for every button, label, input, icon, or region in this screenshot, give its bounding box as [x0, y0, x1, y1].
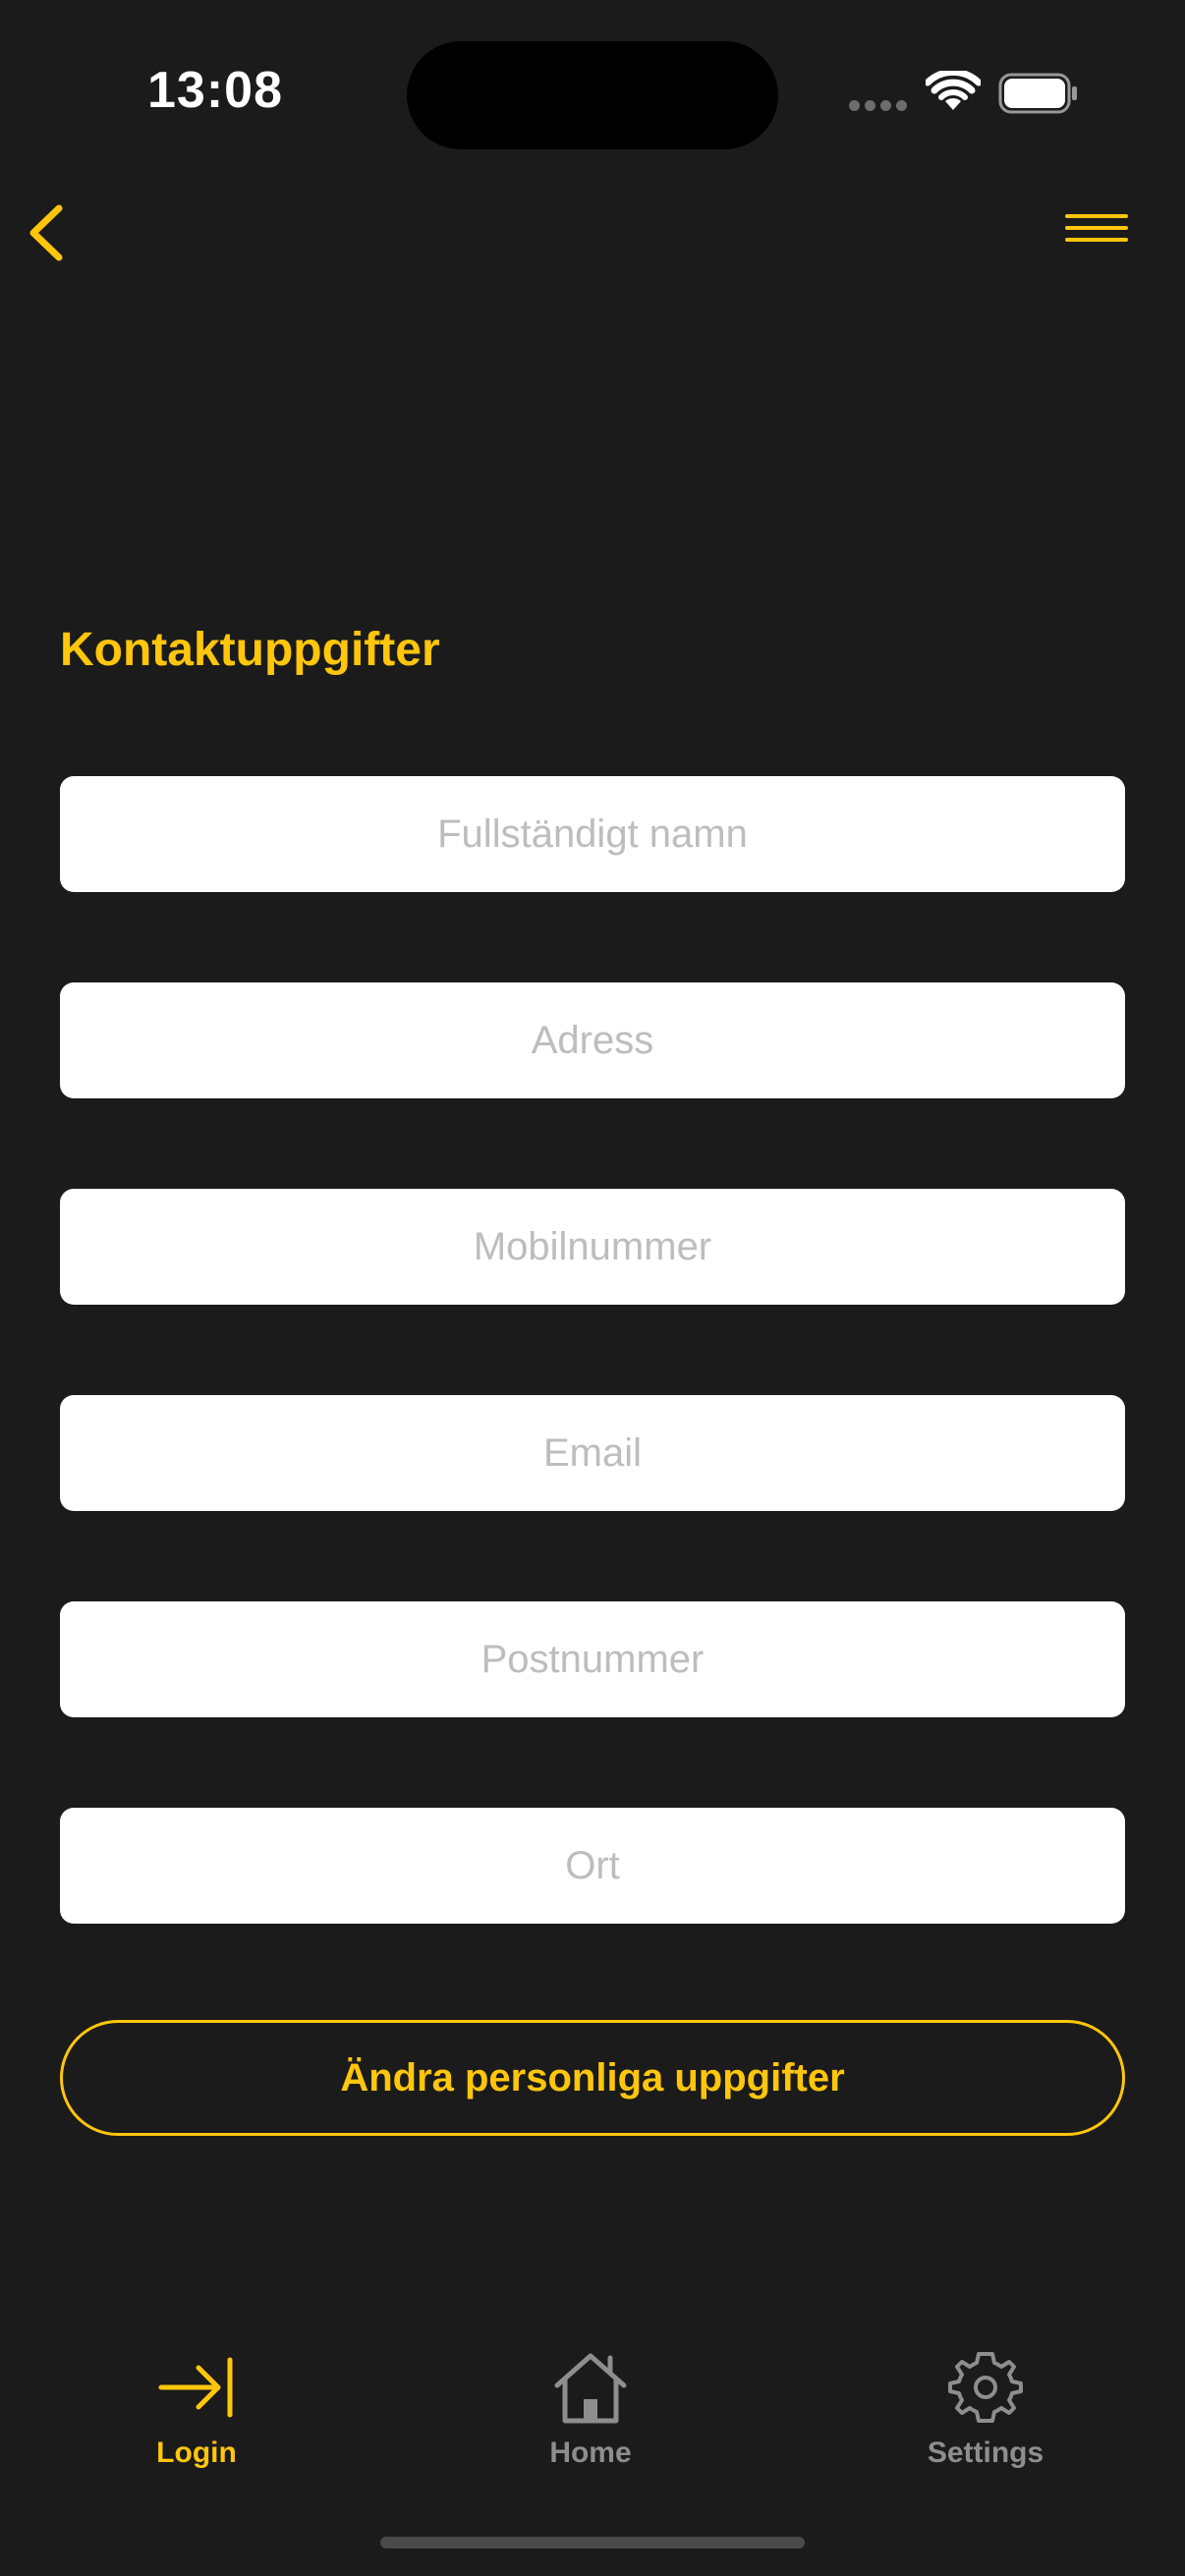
tab-login-label: Login: [156, 2436, 237, 2469]
nav-bar: [0, 187, 1185, 275]
arrow-right-to-line-icon: [158, 2357, 233, 2418]
postal-code-field[interactable]: [60, 1601, 1125, 1717]
home-icon: [554, 2353, 627, 2424]
page-title: Kontaktuppgifter: [60, 624, 440, 676]
city-field[interactable]: [60, 1808, 1125, 1924]
tab-home-label: Home: [549, 2436, 632, 2469]
chevron-left-icon: [29, 204, 63, 261]
hamburger-menu-icon: [1065, 214, 1128, 242]
gear-icon: [948, 2352, 1023, 2423]
mobile-number-field[interactable]: [60, 1189, 1125, 1305]
tab-bar: Login Home Settings: [0, 2328, 1185, 2486]
edit-personal-details-button[interactable]: Ändra personliga uppgifter: [60, 2020, 1125, 2136]
status-time: 13:08: [147, 62, 283, 119]
tab-home[interactable]: Home: [473, 2328, 708, 2486]
cellular-signal-icon: [849, 100, 908, 112]
tab-settings-label: Settings: [927, 2436, 1044, 2469]
menu-button[interactable]: [1061, 204, 1132, 263]
tab-login[interactable]: Login: [79, 2328, 314, 2486]
battery-icon: [998, 73, 1077, 114]
dynamic-island: [407, 41, 778, 149]
back-button[interactable]: [18, 198, 77, 267]
tab-settings[interactable]: Settings: [868, 2328, 1103, 2486]
email-field[interactable]: [60, 1395, 1125, 1511]
address-field[interactable]: [60, 982, 1125, 1098]
status-bar: 13:08: [0, 0, 1185, 177]
home-indicator: [380, 2537, 805, 2548]
wifi-icon: [926, 71, 981, 110]
full-name-field[interactable]: [60, 776, 1125, 892]
